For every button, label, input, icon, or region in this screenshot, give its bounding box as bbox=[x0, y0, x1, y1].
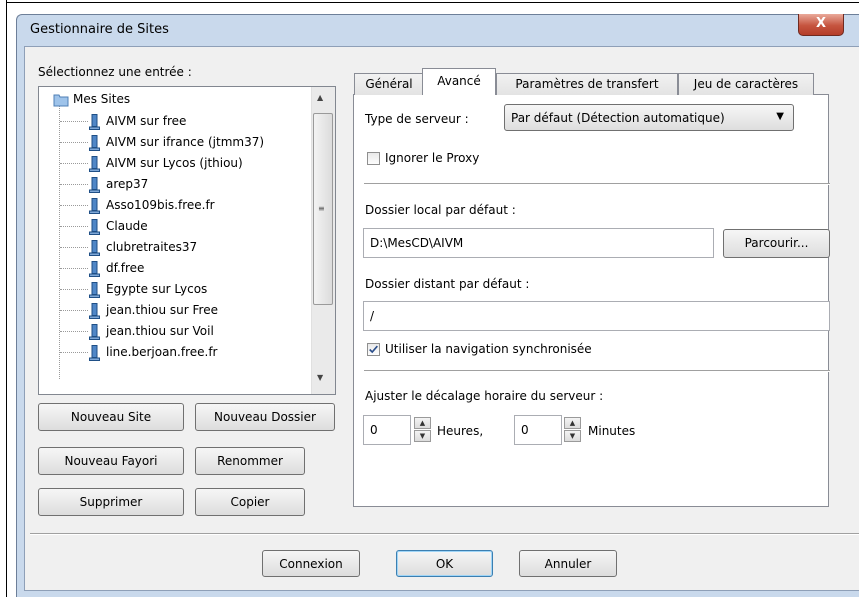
separator bbox=[364, 183, 830, 185]
tree-connector-line bbox=[60, 121, 88, 122]
tree-connector-line bbox=[60, 331, 88, 332]
remote-dir-label: Dossier distant par défaut : bbox=[365, 277, 530, 291]
tree-item-label: Egypte sur Lycos bbox=[106, 282, 208, 296]
hours-spin-down-icon[interactable]: ▼ bbox=[414, 430, 431, 442]
new-favorite-button[interactable]: Nouveau Fayori bbox=[38, 447, 184, 475]
tree-item-label: arep37 bbox=[106, 177, 149, 191]
server-icon bbox=[89, 261, 100, 277]
tree-item-label: AIVM sur Lycos (jthiou) bbox=[106, 156, 243, 170]
server-icon bbox=[89, 114, 100, 130]
browse-button[interactable]: Parcourir... bbox=[723, 229, 830, 258]
checkmark-icon bbox=[369, 345, 378, 354]
tab-general[interactable]: Général bbox=[354, 73, 424, 95]
tree-connector-line bbox=[60, 268, 88, 269]
server-icon bbox=[89, 303, 100, 319]
rename-button[interactable]: Renommer bbox=[195, 447, 305, 475]
cancel-button[interactable]: Annuler bbox=[519, 550, 617, 577]
separator bbox=[364, 370, 830, 372]
sync-navigation-label: Utiliser la navigation synchronisée bbox=[385, 342, 592, 356]
tree-connector-line bbox=[60, 289, 88, 290]
ignore-proxy-checkbox[interactable] bbox=[367, 152, 380, 165]
tree-root-label: Mes Sites bbox=[73, 92, 131, 106]
tree-connector-line bbox=[60, 184, 88, 185]
tree-connector-line bbox=[60, 310, 88, 311]
minutes-spin-down-icon[interactable]: ▼ bbox=[564, 430, 581, 442]
tree-item-label: df.free bbox=[106, 261, 145, 275]
connect-button[interactable]: Connexion bbox=[262, 550, 360, 577]
remote-dir-input[interactable]: / bbox=[363, 301, 830, 331]
tab-transfer-settings[interactable]: Paramètres de transfert bbox=[496, 73, 678, 95]
footer-separator bbox=[30, 533, 859, 535]
new-site-button[interactable]: Nouveau Site bbox=[38, 403, 184, 431]
server-type-select[interactable]: Par défaut (Détection automatique) ▼ bbox=[504, 104, 794, 131]
server-icon bbox=[89, 345, 100, 361]
server-icon bbox=[89, 135, 100, 151]
tree-item-label: Asso109bis.free.fr bbox=[106, 198, 215, 212]
tree-item-label: AIVM sur free bbox=[106, 114, 187, 128]
delete-button[interactable]: Supprimer bbox=[38, 488, 184, 516]
copy-button[interactable]: Copier bbox=[195, 488, 305, 516]
scroll-grip-icon: ≡ bbox=[318, 204, 325, 213]
ignore-proxy-label: Ignorer le Proxy bbox=[385, 151, 480, 165]
server-icon bbox=[89, 156, 100, 172]
server-icon bbox=[89, 324, 100, 340]
server-icon bbox=[89, 282, 100, 298]
server-icon bbox=[89, 219, 100, 235]
select-entry-label: Sélectionnez une entrée : bbox=[38, 65, 192, 79]
tree-item-label: jean.thiou sur Voil bbox=[106, 324, 214, 338]
tree-item-label: jean.thiou sur Free bbox=[106, 303, 218, 317]
tree-item-label: AIVM sur ifrance (jtmm37) bbox=[106, 135, 265, 149]
page-border-left bbox=[6, 0, 7, 597]
sync-navigation-checkbox[interactable] bbox=[367, 343, 380, 356]
tree-item-label: Claude bbox=[106, 219, 148, 233]
timezone-label: Ajuster le décalage horaire du serveur : bbox=[365, 389, 604, 403]
tab-advanced[interactable]: Avancé bbox=[422, 68, 496, 95]
local-dir-label: Dossier local par défaut : bbox=[365, 203, 516, 217]
tree-connector-line bbox=[59, 99, 60, 379]
server-icon bbox=[89, 198, 100, 214]
tree-connector-line bbox=[60, 247, 88, 248]
tab-charset[interactable]: Jeu de caractères bbox=[678, 73, 814, 95]
tree-item-label: clubretraites37 bbox=[106, 240, 198, 254]
hours-input[interactable]: 0 bbox=[363, 415, 411, 445]
tree-connector-line bbox=[60, 163, 88, 164]
minutes-label: Minutes bbox=[588, 424, 636, 438]
chevron-down-icon: ▼ bbox=[776, 111, 784, 122]
sites-tree[interactable]: Mes Sites AIVM sur free AIVM sur ifrance … bbox=[38, 86, 336, 395]
server-icon bbox=[89, 240, 100, 256]
minutes-spin-up-icon[interactable]: ▲ bbox=[564, 417, 581, 429]
window-title: Gestionnaire de Sites bbox=[30, 22, 169, 37]
scroll-up-icon[interactable]: ▲ bbox=[317, 93, 323, 102]
local-dir-input[interactable]: D:\MesCD\AIVM bbox=[363, 228, 714, 258]
tree-connector-line bbox=[60, 142, 88, 143]
ok-button[interactable]: OK bbox=[396, 550, 493, 577]
server-type-value: Par défaut (Détection automatique) bbox=[511, 111, 725, 125]
hours-label: Heures, bbox=[437, 424, 484, 438]
tree-connector-line bbox=[60, 352, 88, 353]
tree-item-label: line.berjoan.free.fr bbox=[106, 345, 218, 359]
close-button[interactable]: X bbox=[798, 14, 844, 36]
server-type-label: Type de serveur : bbox=[365, 112, 469, 126]
tree-connector-line bbox=[60, 205, 88, 206]
page-border-top bbox=[6, 2, 859, 3]
hours-spin-up-icon[interactable]: ▲ bbox=[414, 417, 431, 429]
new-folder-button[interactable]: Nouveau Dossier bbox=[195, 403, 335, 431]
tree-connector-line bbox=[60, 226, 88, 227]
folder-icon bbox=[53, 94, 69, 107]
minutes-input[interactable]: 0 bbox=[514, 415, 562, 445]
server-icon bbox=[89, 177, 100, 193]
scroll-down-icon[interactable]: ▼ bbox=[317, 373, 323, 382]
